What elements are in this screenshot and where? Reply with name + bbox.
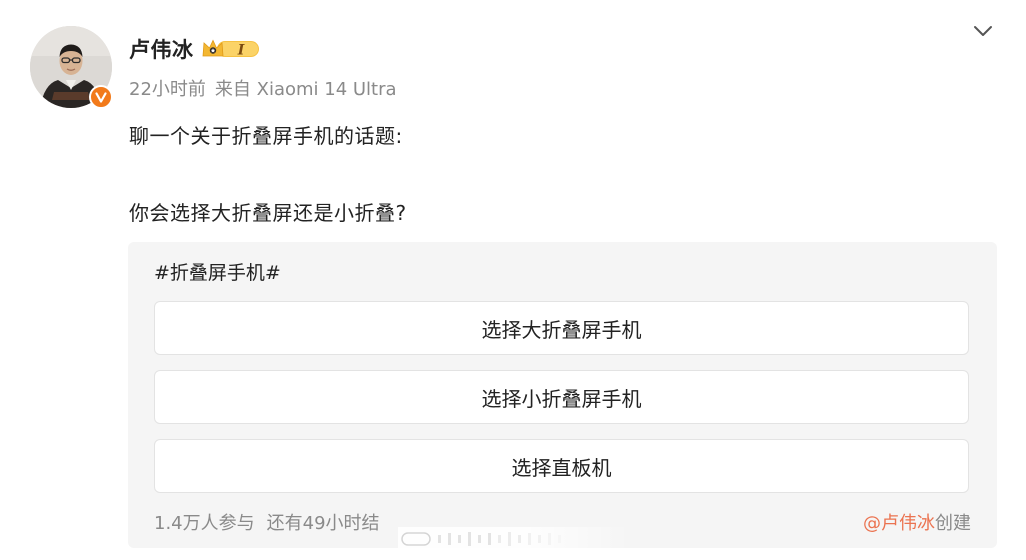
poll-option-2[interactable]: 选择小折叠屏手机 [154, 370, 969, 424]
poll-creator-suffix: 创建 [935, 513, 971, 534]
poll-option-3[interactable]: 选择直板机 [154, 439, 969, 493]
author-name[interactable]: 卢伟冰 [129, 34, 194, 64]
poll-option-label: 选择大折叠屏手机 [481, 317, 642, 342]
poll-card: #折叠屏手机# 选择大折叠屏手机 选择小折叠屏手机 选择直板机 1.4万人参与还… [128, 242, 997, 548]
poll-topic-link[interactable]: #折叠屏手机# [154, 258, 281, 285]
poll-option-1[interactable]: 选择大折叠屏手机 [154, 301, 969, 355]
post-content-line-2: 你会选择大折叠屏还是小折叠? [129, 201, 407, 225]
poll-option-label: 选择直板机 [511, 455, 612, 480]
vip-crown-badge-icon[interactable]: I [201, 37, 261, 61]
author-row: 卢伟冰 I [129, 34, 261, 64]
post-time[interactable]: 22小时前 [129, 75, 206, 101]
poll-remaining-time: 还有49小时结 [266, 513, 380, 534]
avatar[interactable] [30, 26, 113, 109]
poll-creator: @卢伟冰创建 [863, 509, 971, 535]
poll-participants: 1.4万人参与 [154, 513, 255, 534]
chevron-down-icon[interactable] [970, 20, 996, 42]
post-source: 来自 Xiaomi 14 Ultra [214, 79, 397, 100]
svg-text:I: I [236, 43, 244, 59]
verified-v-icon [89, 85, 113, 109]
weibo-post-card: 卢伟冰 I 22小时前 来自 Xiaomi 14 Ultra 聊一个关于折叠屏手… [0, 0, 1026, 560]
poll-creator-link[interactable]: @卢伟冰 [863, 513, 935, 534]
poll-stats: 1.4万人参与 还有49小时结 [154, 509, 380, 535]
scroll-indicator [398, 527, 630, 549]
poll-option-label: 选择小折叠屏手机 [481, 386, 642, 411]
post-meta: 22小时前 来自 Xiaomi 14 Ultra [129, 75, 397, 101]
post-content-line-1: 聊一个关于折叠屏手机的话题: [129, 124, 403, 148]
